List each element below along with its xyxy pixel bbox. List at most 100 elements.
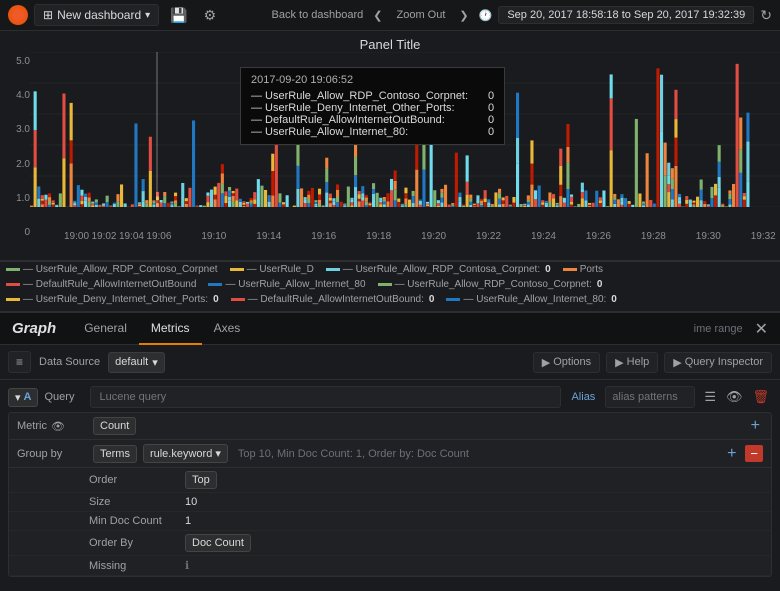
zoom-right-btn[interactable]: ❯ <box>455 7 472 24</box>
legend-color-2 <box>230 268 244 271</box>
zoom-left-btn[interactable]: ❮ <box>369 7 386 24</box>
list-icon-btn[interactable]: ☰ <box>701 388 719 406</box>
datasource-select[interactable]: default ▾ <box>108 352 165 373</box>
legend-item-8[interactable]: — UserRule_Deny_Internet_Other_Ports: 0 <box>6 294 219 305</box>
chevron-down-icon: ▾ <box>145 10 150 21</box>
datasource-label: Data Source <box>39 356 100 368</box>
query-inspector-btn[interactable]: ▶ Query Inspector <box>664 352 772 373</box>
tooltip-row-3: — DefaultRule_AllowInternetOutBound: 0 <box>251 114 494 126</box>
groupby-field-select[interactable]: rule.keyword ▾ <box>143 444 228 463</box>
alias-btn[interactable]: Alias <box>567 391 599 403</box>
groupby-label: Group by <box>17 448 87 460</box>
top-nav: ⊞ New dashboard ▾ 💾 ⚙ Back to dashboard … <box>0 0 780 31</box>
tooltip-row-2: — UserRule_Deny_Internet_Other_Ports: 0 <box>251 102 494 114</box>
x-axis: 19:00 19:02 19:04 19:06 19:08 19:10 19:1… <box>60 231 780 242</box>
legend-items: — UserRule_Allow_RDP_Contoso_Corpnet — U… <box>6 264 774 305</box>
grafana-logo[interactable] <box>8 5 28 25</box>
sub-value-order-by[interactable]: Doc Count <box>185 534 251 552</box>
chart-tooltip: 2017-09-20 19:06:52 — UserRule_Allow_RDP… <box>240 67 505 145</box>
options-btn[interactable]: ▶ Options <box>533 352 600 373</box>
toolbar-row: ≡ Data Source default ▾ ▶ Options ▶ Help… <box>0 345 780 380</box>
query-label: Query <box>44 391 84 403</box>
legend-item-3[interactable]: — UserRule_Allow_RDP_Contosa_Corpnet: 0 <box>326 264 551 275</box>
delete-icon-btn[interactable]: 🗑 <box>749 388 772 406</box>
legend-color-7 <box>378 283 392 286</box>
legend-item-6[interactable]: — UserRule_Allow_Internet_80 <box>208 279 365 290</box>
legend-item-4[interactable]: Ports <box>563 264 603 275</box>
triangle-icon: ▶ <box>542 356 550 369</box>
legend-color-1 <box>6 268 20 271</box>
close-editor-btn[interactable]: ✕ <box>751 317 772 341</box>
tooltip-row-1: — UserRule_Allow_RDP_Contoso_Corpnet: 0 <box>251 90 494 102</box>
info-icon[interactable]: ℹ <box>185 559 189 572</box>
eye-icon-btn[interactable]: 👁 <box>723 388 746 406</box>
help-btn[interactable]: ▶ Help <box>606 352 658 373</box>
triangle-icon: ▶ <box>615 356 623 369</box>
eye-icon[interactable]: 👁 <box>51 420 65 433</box>
legend-item-9[interactable]: — DefaultRule_AllowInternetOutBound: 0 <box>231 294 435 305</box>
tab-axes[interactable]: Axes <box>202 313 253 345</box>
groupby-row: Group by Terms rule.keyword ▾ Top 10, Mi… <box>9 440 771 468</box>
toolbar-right: ▶ Options ▶ Help ▶ Query Inspector <box>173 352 772 373</box>
query-input[interactable] <box>90 386 561 408</box>
sub-row-min-doc-count: Min Doc Count 1 <box>9 512 771 531</box>
legend-color-9 <box>231 298 245 301</box>
metric-row: Metric 👁 Count + <box>9 413 771 440</box>
time-range-tab: ime range <box>694 323 743 335</box>
legend-item-1[interactable]: — UserRule_Allow_RDP_Contoso_Corpnet <box>6 264 218 275</box>
query-toggle-a[interactable]: ▾ A <box>8 388 38 407</box>
legend-item-10[interactable]: — UserRule_Allow_Internet_80: 0 <box>446 294 616 305</box>
time-range-value: Sep 20, 2017 18:58:18 to Sep 20, 2017 19… <box>507 9 745 21</box>
chevron-down-icon: ▾ <box>152 356 158 369</box>
groupby-add-btn[interactable]: + <box>724 445 739 463</box>
legend-color-10 <box>446 298 460 301</box>
legend-item-2[interactable]: — UserRule_D <box>230 264 314 275</box>
sub-label-order-by: Order By <box>89 537 179 549</box>
legend-item-7[interactable]: — UserRule_Allow_RDP_Contoso_Corpnet: 0 <box>378 279 603 290</box>
back-to-dashboard-link[interactable]: Back to dashboard <box>272 9 364 21</box>
sub-value-size: 10 <box>185 496 197 508</box>
dashboard-title-button[interactable]: ⊞ New dashboard ▾ <box>34 4 159 26</box>
metric-value-select[interactable]: Count <box>93 417 136 435</box>
tooltip-row-4: — UserRule_Allow_Internet_80: 0 <box>251 126 494 138</box>
legend-color-4 <box>563 268 577 271</box>
sub-value-min-doc-count: 1 <box>185 515 191 527</box>
legend-area: — UserRule_Allow_RDP_Contoso_Corpnet — U… <box>0 261 780 311</box>
add-row-btn[interactable]: ≡ <box>8 351 31 373</box>
legend-color-3 <box>326 268 340 271</box>
settings-icon[interactable]: ⚙ <box>199 5 222 26</box>
refresh-btn[interactable]: ↻ <box>760 7 772 24</box>
save-icon[interactable]: 💾 <box>165 5 192 26</box>
zoom-out-btn[interactable]: Zoom Out <box>393 7 450 23</box>
query-section: ▾ A Query Alias ☰ 👁 🗑 Metric 👁 Count <box>0 380 780 591</box>
editor-panel: Graph General Metrics Axes ime range ✕ ≡… <box>0 311 780 591</box>
query-letter: A <box>24 391 32 403</box>
sub-value-order[interactable]: Top <box>185 471 217 489</box>
collapse-icon: ▾ <box>15 391 21 404</box>
sub-label-size: Size <box>89 496 179 508</box>
chevron-down-icon: ▾ <box>215 447 221 460</box>
time-range-selector[interactable]: Sep 20, 2017 18:58:18 to Sep 20, 2017 19… <box>498 6 754 24</box>
legend-item-5[interactable]: — DefaultRule_AllowInternetOutBound <box>6 279 196 290</box>
metric-add-btn[interactable]: + <box>748 417 763 435</box>
sub-row-order-by: Order By Doc Count <box>9 531 771 556</box>
tab-metrics[interactable]: Metrics <box>139 313 202 345</box>
panel-title: Panel Title <box>0 31 780 52</box>
panel-label: Graph <box>8 320 60 337</box>
y-axis: 5.0 4.0 3.0 2.0 1.0 0 <box>0 52 30 242</box>
metric-label: Metric 👁 <box>17 420 87 433</box>
sub-label-min-doc-count: Min Doc Count <box>89 515 179 527</box>
sub-label-order: Order <box>89 474 179 486</box>
legend-color-8 <box>6 298 20 301</box>
tab-general[interactable]: General <box>72 313 139 345</box>
sub-row-missing: Missing ℹ <box>9 556 771 576</box>
chart-area: Panel Title 5.0 4.0 3.0 2.0 1.0 0 <box>0 31 780 261</box>
groupby-remove-btn[interactable]: − <box>745 445 763 462</box>
nav-left: ⊞ New dashboard ▾ 💾 ⚙ <box>8 4 264 26</box>
legend-color-6 <box>208 283 222 286</box>
sub-row-size: Size 10 <box>9 493 771 512</box>
groupby-type-select[interactable]: Terms <box>93 445 137 463</box>
tabs-row: Graph General Metrics Axes ime range ✕ <box>0 313 780 345</box>
alias-input[interactable] <box>605 386 695 408</box>
sub-label-missing: Missing <box>89 560 179 572</box>
